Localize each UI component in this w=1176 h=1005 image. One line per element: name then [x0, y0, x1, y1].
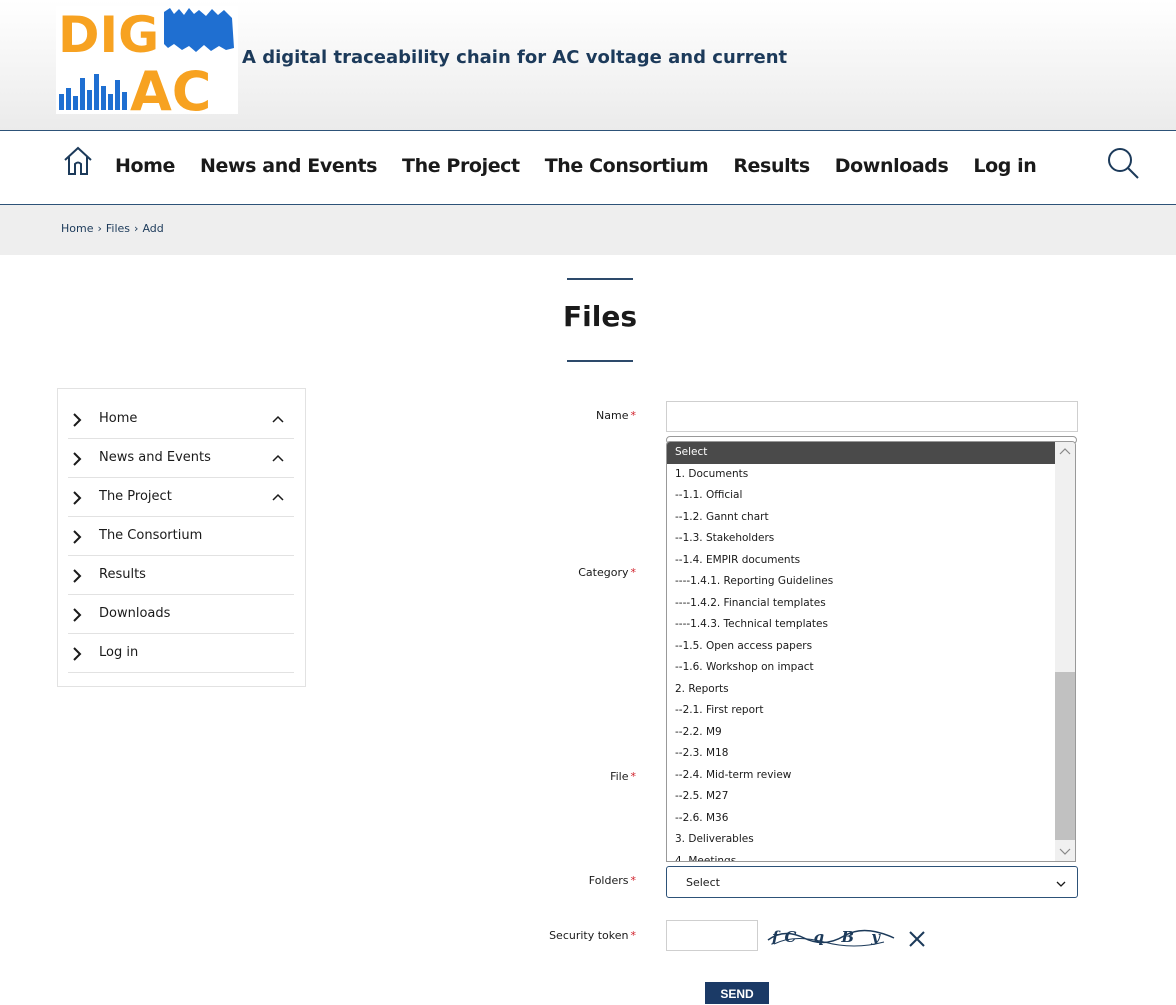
sidebar-item-label: The Project: [99, 489, 172, 504]
captcha-text: fC q B y n: [771, 928, 898, 946]
category-option[interactable]: 2. Reports: [667, 679, 1057, 701]
sidebar-item-label: Downloads: [99, 606, 171, 621]
security-token-input[interactable]: [666, 920, 758, 951]
folders-label: Folders *: [588, 874, 636, 887]
site-logo[interactable]: DIG AC: [56, 6, 238, 123]
category-option[interactable]: ----1.4.2. Financial templates: [667, 593, 1057, 615]
category-option[interactable]: --1.1. Official: [667, 485, 1057, 507]
sidebar-item-label: News and Events: [99, 450, 211, 465]
sidebar-item-label: The Consortium: [99, 528, 203, 543]
nav-item-the-project[interactable]: The Project: [402, 155, 520, 177]
scrollbar-thumb[interactable]: [1055, 672, 1075, 840]
category-option[interactable]: --2.1. First report: [667, 700, 1057, 722]
category-option[interactable]: --2.3. M18: [667, 743, 1057, 765]
sidebar-item-home[interactable]: Home: [68, 400, 294, 439]
chevron-right-icon: [73, 452, 82, 466]
sidebar-menu: Home News and Events The Project The Con…: [57, 388, 306, 687]
scroll-down-icon[interactable]: [1059, 847, 1071, 857]
sidebar-item-downloads[interactable]: Downloads: [68, 595, 294, 634]
chevron-right-icon: [73, 413, 82, 427]
file-label: File *: [610, 770, 636, 783]
folders-select[interactable]: Select: [666, 866, 1078, 898]
chevron-up-icon[interactable]: [272, 493, 284, 501]
nav-items: Home News and Events The Project The Con…: [115, 155, 1061, 177]
send-button[interactable]: SEND: [705, 982, 769, 1004]
category-option[interactable]: --1.6. Workshop on impact: [667, 657, 1057, 679]
nav-item-log-in[interactable]: Log in: [973, 155, 1036, 177]
main-nav: Home News and Events The Project The Con…: [0, 131, 1176, 205]
category-option[interactable]: ----1.4.1. Reporting Guidelines: [667, 571, 1057, 593]
sidebar-item-results[interactable]: Results: [68, 556, 294, 595]
folders-select-value: Select: [686, 876, 720, 889]
title-divider-top: [567, 278, 633, 280]
nav-item-home[interactable]: Home: [115, 155, 175, 177]
chevron-right-icon: [73, 608, 82, 622]
chevron-down-icon: [1056, 881, 1066, 887]
name-field[interactable]: [666, 401, 1078, 432]
category-options: Select 1. Documents --1.1. Official --1.2. …: [667, 442, 1057, 862]
breadcrumb-current: Add: [142, 222, 164, 235]
category-option[interactable]: --1.2. Gannt chart: [667, 507, 1057, 529]
category-option[interactable]: --2.5. M27: [667, 786, 1057, 808]
sidebar-item-label: Results: [99, 567, 146, 582]
category-label: Category *: [578, 566, 636, 579]
chevron-up-icon[interactable]: [272, 454, 284, 462]
title-divider-bottom: [567, 360, 633, 362]
site-title: A digital traceability chain for AC volt…: [242, 47, 788, 68]
name-label: Name *: [596, 409, 636, 422]
category-dropdown-list[interactable]: Select 1. Documents --1.1. Official --1.2. …: [666, 441, 1076, 862]
logo-text-bottom: AC: [130, 60, 211, 114]
close-icon[interactable]: [906, 928, 928, 950]
nav-item-news-and-events[interactable]: News and Events: [200, 155, 377, 177]
breadcrumb-chevron-icon: ›: [97, 222, 102, 235]
sidebar-item-the-project[interactable]: The Project: [68, 478, 294, 517]
home-icon[interactable]: [62, 145, 94, 177]
page-title: Files: [563, 300, 637, 333]
chevron-right-icon: [73, 647, 82, 661]
nav-item-downloads[interactable]: Downloads: [835, 155, 949, 177]
chevron-right-icon: [73, 530, 82, 544]
sidebar-item-label: Home: [99, 411, 138, 426]
category-option[interactable]: --2.4. Mid-term review: [667, 765, 1057, 787]
chevron-right-icon: [73, 491, 82, 505]
dropdown-scrollbar[interactable]: [1055, 442, 1075, 861]
category-option[interactable]: --1.3. Stakeholders: [667, 528, 1057, 550]
category-option[interactable]: 3. Deliverables: [667, 829, 1057, 851]
category-option[interactable]: --2.6. M36: [667, 808, 1057, 830]
category-option[interactable]: ----1.4.3. Technical templates: [667, 614, 1057, 636]
captcha-image: fC q B y n: [767, 928, 898, 947]
chevron-up-icon[interactable]: [272, 415, 284, 423]
security-token-label: Security token *: [549, 929, 636, 942]
sidebar-item-news-and-events[interactable]: News and Events: [68, 439, 294, 478]
category-option[interactable]: 4. Meetings: [667, 851, 1057, 862]
sidebar-item-label: Log in: [99, 645, 139, 660]
category-option[interactable]: 1. Documents: [667, 464, 1057, 486]
category-option[interactable]: --1.4. EMPIR documents: [667, 550, 1057, 572]
category-option[interactable]: --1.5. Open access papers: [667, 636, 1057, 658]
breadcrumb-home[interactable]: Home: [61, 222, 93, 235]
breadcrumb: Home › Files › Add: [0, 205, 1176, 255]
site-header: DIG AC A digital traceability chain for …: [0, 0, 1176, 131]
nav-item-the-consortium[interactable]: The Consortium: [545, 155, 709, 177]
scroll-up-icon[interactable]: [1059, 446, 1071, 456]
category-option[interactable]: Select: [667, 442, 1057, 464]
search-icon[interactable]: [1106, 146, 1140, 180]
nav-item-results[interactable]: Results: [733, 155, 810, 177]
sidebar-item-log-in[interactable]: Log in: [68, 634, 294, 673]
breadcrumb-chevron-icon: ›: [134, 222, 139, 235]
logo-text-top: DIG: [58, 6, 159, 64]
chevron-right-icon: [73, 569, 82, 583]
breadcrumb-files[interactable]: Files: [106, 222, 130, 235]
sidebar-item-the-consortium[interactable]: The Consortium: [68, 517, 294, 556]
category-option[interactable]: --2.2. M9: [667, 722, 1057, 744]
